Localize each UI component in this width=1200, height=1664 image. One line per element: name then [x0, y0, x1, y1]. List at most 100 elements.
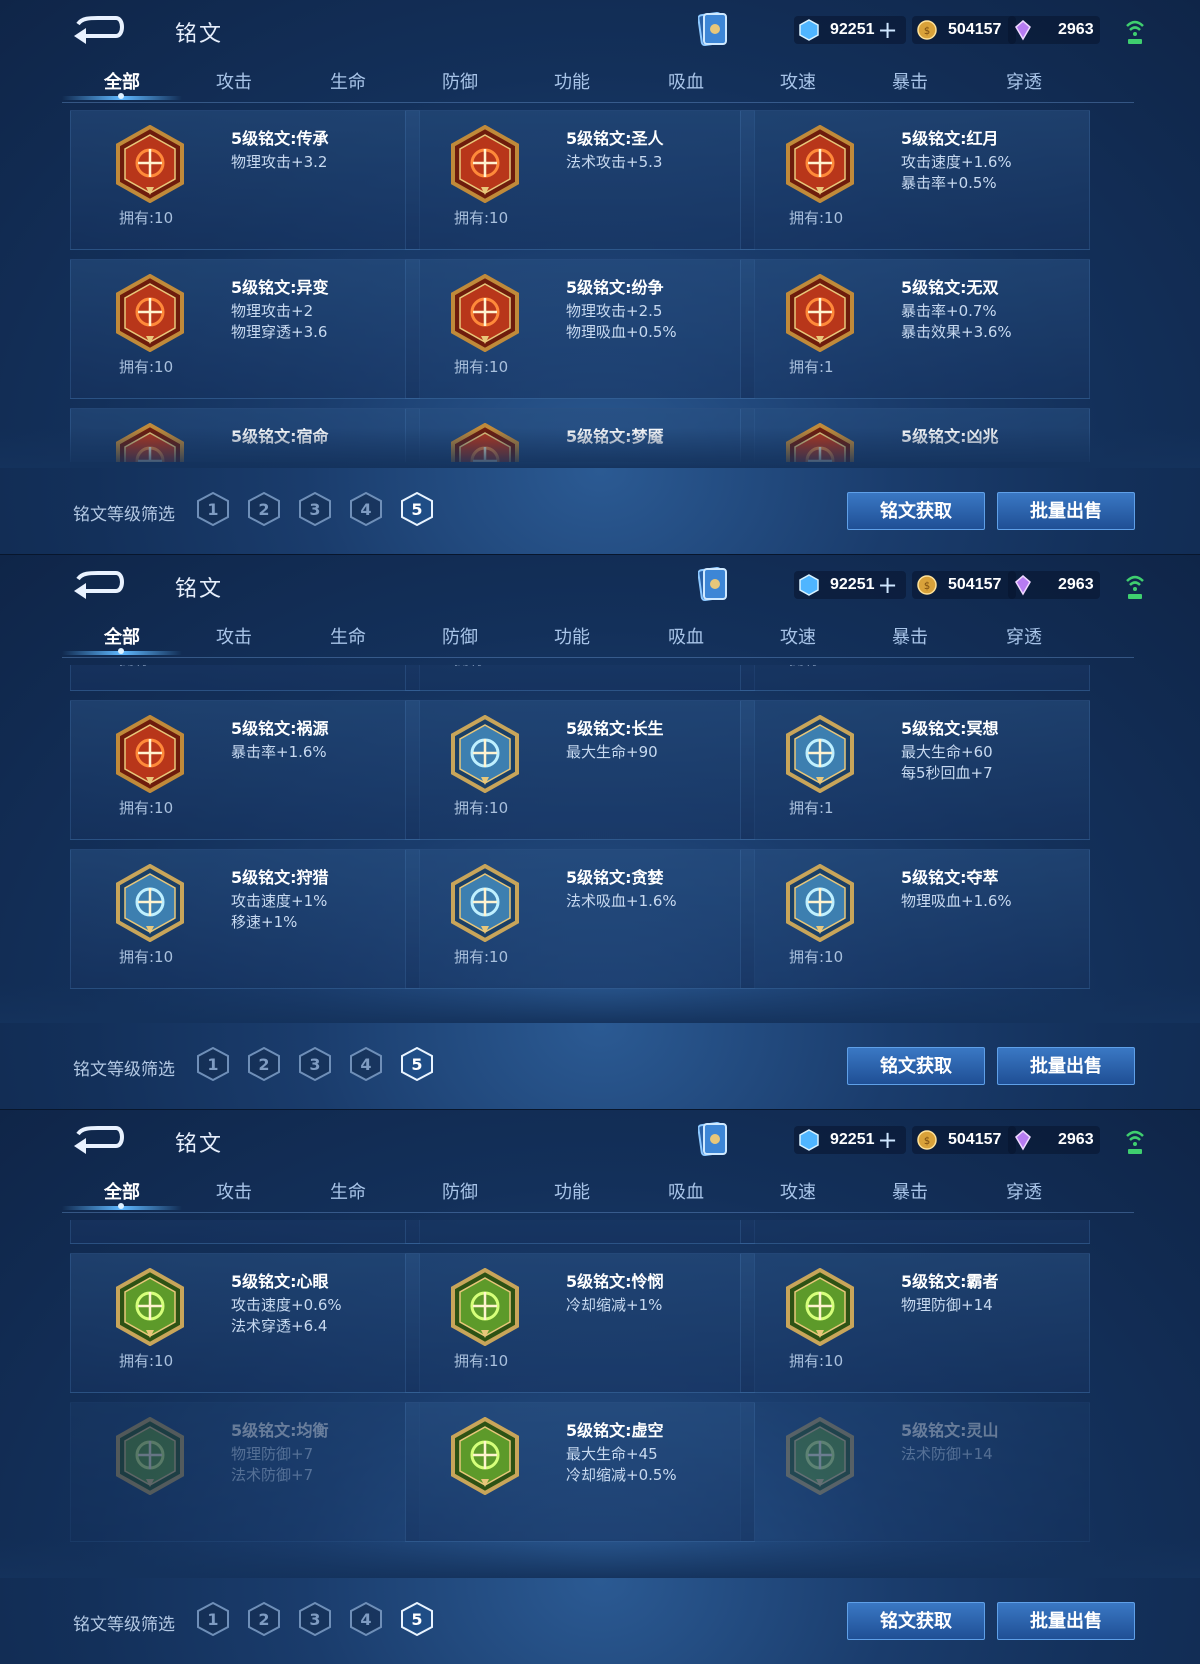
card-deck-icon[interactable]: [698, 1120, 728, 1158]
level-filter-button[interactable]: 5: [400, 492, 434, 526]
inscription-card[interactable]: 5级铭文:怜悯 冷却缩减+1% 拥有:10: [405, 1253, 755, 1393]
inscription-card[interactable]: 最大生命+40每5秒回血+5移速+0.5%拥有:10: [70, 1220, 420, 1244]
obtain-inscription-button[interactable]: 铭文获取: [847, 1602, 985, 1640]
tab-category[interactable]: 穿透: [964, 1178, 1084, 1204]
card-deck-icon[interactable]: [698, 10, 728, 48]
crystal-icon: [799, 574, 819, 596]
inscription-card[interactable]: 拥有:10: [70, 665, 420, 691]
tab-category[interactable]: 全部: [62, 68, 182, 94]
inscription-emblem-icon: [450, 422, 520, 462]
tab-category[interactable]: 攻速: [738, 623, 858, 649]
svg-text:$: $: [924, 581, 930, 592]
tab-category[interactable]: 生命: [288, 623, 408, 649]
inscription-card[interactable]: 5级铭文:贪婪 法术吸血+1.6% 拥有:10: [405, 849, 755, 989]
inscription-card[interactable]: 5级铭文:梦魇: [405, 408, 755, 462]
inscription-card[interactable]: 5级铭文:传承 物理攻击+3.2 拥有:10: [70, 110, 420, 250]
level-filter-button[interactable]: 5: [400, 1602, 434, 1636]
tab-category[interactable]: 攻击: [174, 1178, 294, 1204]
inscription-card[interactable]: 5级铭文:狩猎 攻击速度+1% 移速+1% 拥有:10: [70, 849, 420, 989]
crystal-currency[interactable]: 92251 +: [794, 16, 906, 44]
inscription-card[interactable]: 物理攻击+1.6移速+1%拥有:10: [405, 1220, 755, 1244]
card-deck-icon[interactable]: [698, 565, 728, 603]
tab-category[interactable]: 功能: [512, 1178, 632, 1204]
tab-category[interactable]: 攻击: [174, 623, 294, 649]
crystal-currency[interactable]: 92251 +: [794, 1126, 906, 1154]
inscription-card[interactable]: 物理攻击+0.9物理穿透+6.4拥有:10: [740, 1220, 1090, 1244]
tab-category[interactable]: 穿透: [964, 623, 1084, 649]
inscription-card[interactable]: 5级铭文:冥想 最大生命+60 每5秒回血+7 拥有:1: [740, 700, 1090, 840]
obtain-inscription-button[interactable]: 铭文获取: [847, 492, 985, 530]
inscription-stat: 物理攻击+3.2: [231, 153, 328, 171]
inscription-card[interactable]: 5级铭文:圣人 法术攻击+5.3 拥有:10: [405, 110, 755, 250]
add-crystal-icon[interactable]: +: [878, 573, 898, 597]
level-filter-button[interactable]: 3: [298, 1047, 332, 1081]
level-filter-button[interactable]: 2: [247, 492, 281, 526]
tab-category[interactable]: 生命: [288, 68, 408, 94]
tab-category[interactable]: 攻速: [738, 68, 858, 94]
inscription-card[interactable]: 5级铭文:祸源 暴击率+1.6% 拥有:10: [70, 700, 420, 840]
inscription-card[interactable]: 5级铭文:夺萃 物理吸血+1.6% 拥有:10: [740, 849, 1090, 989]
tab-category[interactable]: 吸血: [626, 623, 746, 649]
level-filter-button[interactable]: 4: [349, 1602, 383, 1636]
inscription-card[interactable]: 5级铭文:心眼 攻击速度+0.6% 法术穿透+6.4 拥有:10: [70, 1253, 420, 1393]
crystal-currency[interactable]: 92251 +: [794, 571, 906, 599]
tab-category[interactable]: 功能: [512, 623, 632, 649]
inscription-card[interactable]: 5级铭文:纷争 物理攻击+2.5 物理吸血+0.5% 拥有:10: [405, 259, 755, 399]
inscription-stat: 法术防御+7: [231, 1466, 314, 1484]
level-filter-button[interactable]: 2: [247, 1047, 281, 1081]
inscription-card[interactable]: 5级铭文:灵山 法术防御+14: [740, 1402, 1090, 1542]
level-filter-button[interactable]: 1: [196, 1602, 230, 1636]
tab-category[interactable]: 全部: [62, 623, 182, 649]
inscription-card[interactable]: 5级铭文:宿命: [70, 408, 420, 462]
back-arrow-icon[interactable]: [72, 14, 128, 44]
inscription-panel: 铭文 92251 + $ 504157 2963 全部 攻击 生命 防御 功能 吸血 攻速暴…: [0, 554, 1200, 1109]
tab-category[interactable]: 攻速: [738, 1178, 858, 1204]
tab-category[interactable]: 暴击: [850, 68, 970, 94]
tab-category[interactable]: 防御: [400, 1178, 520, 1204]
tab-category[interactable]: 攻击: [174, 68, 294, 94]
bulk-sell-button[interactable]: 批量出售: [997, 1602, 1135, 1640]
tab-category[interactable]: 穿透: [964, 68, 1084, 94]
svg-text:2: 2: [258, 500, 269, 519]
bulk-sell-button[interactable]: 批量出售: [997, 1047, 1135, 1085]
obtain-inscription-button[interactable]: 铭文获取: [847, 1047, 985, 1085]
inscription-panel: 铭文 92251 + $ 504157 2963 全部 攻击 生命 防御 功能 吸血 攻速暴…: [0, 1109, 1200, 1664]
inscription-stat: 攻击速度+1%: [231, 892, 328, 910]
back-arrow-icon[interactable]: [72, 569, 128, 599]
tab-category[interactable]: 暴击: [850, 623, 970, 649]
inscription-emblem-icon: [450, 714, 520, 794]
level-filter-button[interactable]: 1: [196, 1047, 230, 1081]
tab-category[interactable]: 暴击: [850, 1178, 970, 1204]
inscription-card[interactable]: 5级铭文:凶兆: [740, 408, 1090, 462]
level-filter-button[interactable]: 3: [298, 492, 332, 526]
tab-category[interactable]: 防御: [400, 623, 520, 649]
inscription-card[interactable]: 拥有:10: [405, 665, 755, 691]
tab-category[interactable]: 吸血: [626, 68, 746, 94]
tab-category[interactable]: 吸血: [626, 1178, 746, 1204]
level-filter-button[interactable]: 4: [349, 1047, 383, 1081]
inscription-card[interactable]: 5级铭文:均衡 物理防御+7 法术防御+7: [70, 1402, 420, 1542]
level-filter-button[interactable]: 5: [400, 1047, 434, 1081]
inscription-card[interactable]: 5级铭文:霸者 物理防御+14 拥有:10: [740, 1253, 1090, 1393]
add-crystal-icon[interactable]: +: [878, 1128, 898, 1152]
svg-text:4: 4: [360, 500, 371, 519]
level-filter-button[interactable]: 1: [196, 492, 230, 526]
inscription-card[interactable]: 5级铭文:长生 最大生命+90 拥有:10: [405, 700, 755, 840]
level-filter-button[interactable]: 2: [247, 1602, 281, 1636]
back-arrow-icon[interactable]: [72, 1124, 128, 1154]
inscription-card[interactable]: 拥有:5: [740, 665, 1090, 691]
level-filter-button[interactable]: 3: [298, 1602, 332, 1636]
tab-category[interactable]: 生命: [288, 1178, 408, 1204]
inscription-card[interactable]: 5级铭文:红月 攻击速度+1.6% 暴击率+0.5% 拥有:10: [740, 110, 1090, 250]
add-crystal-icon[interactable]: +: [878, 18, 898, 42]
tab-category[interactable]: 全部: [62, 1178, 182, 1204]
tab-category[interactable]: 防御: [400, 68, 520, 94]
inscription-card[interactable]: 5级铭文:无双 暴击率+0.7% 暴击效果+3.6% 拥有:1: [740, 259, 1090, 399]
level-filter-button[interactable]: 4: [349, 492, 383, 526]
inscription-card[interactable]: 5级铭文:异变 物理攻击+2 物理穿透+3.6 拥有:10: [70, 259, 420, 399]
bulk-sell-button[interactable]: 批量出售: [997, 492, 1135, 530]
inscription-card[interactable]: 5级铭文:虚空 最大生命+45 冷却缩减+0.5%: [405, 1402, 755, 1542]
gem-currency: 2963: [1008, 571, 1100, 599]
tab-category[interactable]: 功能: [512, 68, 632, 94]
inscription-emblem-icon: [785, 273, 855, 353]
